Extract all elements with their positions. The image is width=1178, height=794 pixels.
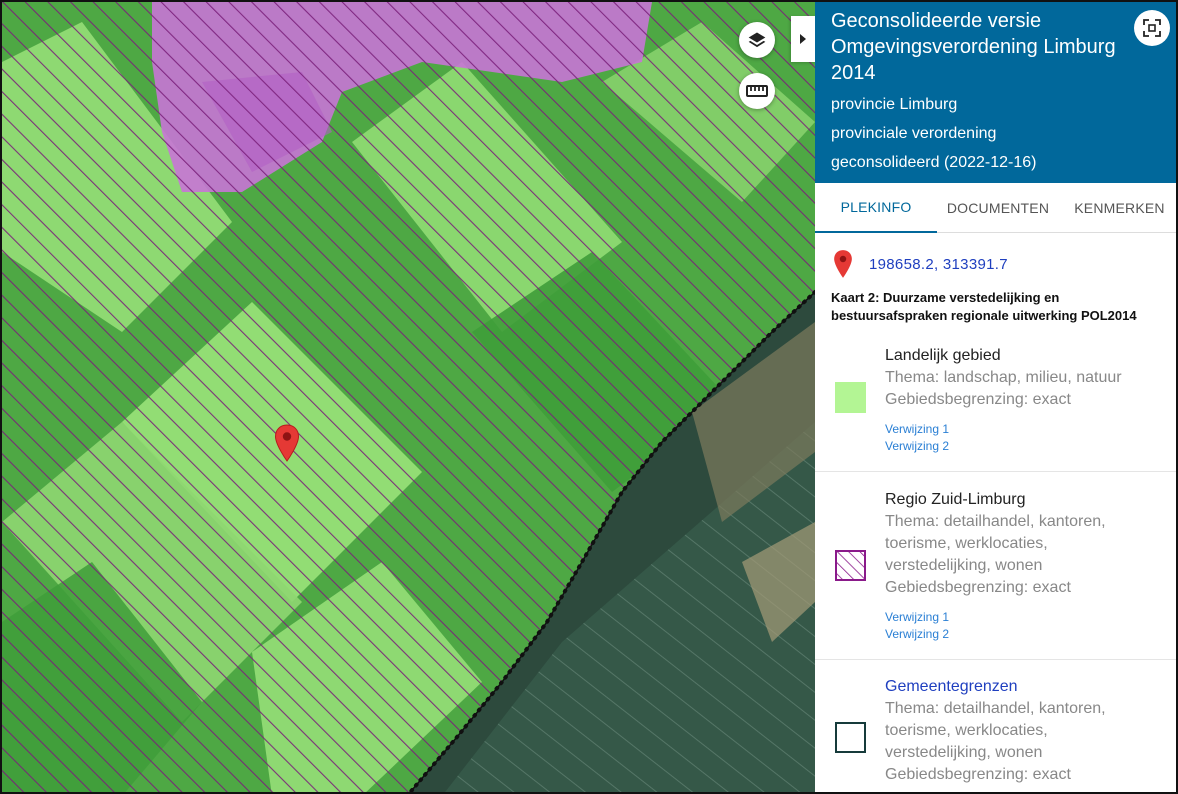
- app-frame: Geconsolideerde versie Omgevingsverorden…: [0, 0, 1178, 794]
- layers-icon: [747, 30, 767, 50]
- legend-item-regio-zuid-limburg[interactable]: Regio Zuid-Limburg Thema: detailhandel, …: [815, 472, 1178, 660]
- legend-item-thema: Thema: detailhandel, kantoren,: [885, 511, 1178, 533]
- layers-button[interactable]: [739, 22, 775, 58]
- location-pin-icon: [833, 249, 853, 279]
- map-view[interactable]: [2, 2, 815, 794]
- swatch-solid-green-icon: [835, 382, 866, 413]
- document-title: Geconsolideerde versie Omgevingsverorden…: [831, 8, 1131, 86]
- legend-item-name[interactable]: Gemeentegrenzen: [885, 676, 1178, 698]
- kaart-title: Kaart 2: Duurzame verstedelijking en bes…: [815, 283, 1178, 325]
- map-canvas[interactable]: [2, 2, 815, 794]
- location-row: 198658.2, 313391.7: [815, 233, 1178, 283]
- verwijzing-link[interactable]: Verwijzing 2: [885, 626, 1178, 643]
- panel-header: Geconsolideerde versie Omgevingsverorden…: [815, 2, 1178, 183]
- location-coordinates[interactable]: 198658.2, 313391.7: [869, 256, 1008, 273]
- tab-plekinfo[interactable]: PLEKINFO: [815, 183, 937, 233]
- info-panel: Geconsolideerde versie Omgevingsverorden…: [815, 2, 1178, 794]
- tab-documenten[interactable]: DOCUMENTEN: [937, 183, 1059, 233]
- legend-item-thema: Thema: landschap, milieu, natuur: [885, 367, 1178, 389]
- chevron-right-icon: [799, 33, 807, 45]
- document-authority: provincie Limburg: [831, 90, 1166, 119]
- fullscreen-button[interactable]: [1134, 10, 1170, 46]
- legend-item-thema: verstedelijking, wonen: [885, 555, 1178, 577]
- legend-item-thema: verstedelijking, wonen: [885, 742, 1178, 764]
- legend-item-begrenzing: Gebiedsbegrenzing: exact: [885, 389, 1178, 411]
- verwijzing-link[interactable]: Verwijzing 2: [885, 438, 1178, 455]
- fullscreen-icon: [1142, 18, 1162, 38]
- verwijzing-link[interactable]: Verwijzing 1: [885, 421, 1178, 438]
- document-type: provinciale verordening: [831, 119, 1166, 148]
- legend-item-name: Landelijk gebied: [885, 345, 1178, 367]
- legend-item-begrenzing: Gebiedsbegrenzing: exact: [885, 764, 1178, 786]
- legend-item-thema: Thema: detailhandel, kantoren,: [885, 698, 1178, 720]
- legend-item-thema: toerisme, werklocaties,: [885, 720, 1178, 742]
- map-pin-icon[interactable]: [274, 424, 300, 462]
- legend-item-landelijk-gebied[interactable]: Landelijk gebied Thema: landschap, milie…: [815, 325, 1178, 472]
- legend-item-thema: toerisme, werklocaties,: [885, 533, 1178, 555]
- tab-kenmerken[interactable]: KENMERKEN: [1059, 183, 1178, 233]
- measure-button[interactable]: [739, 73, 775, 109]
- legend-item-begrenzing: Gebiedsbegrenzing: exact: [885, 577, 1178, 599]
- ruler-icon: [746, 84, 768, 98]
- legend-item-gemeentegrenzen[interactable]: Gemeentegrenzen Thema: detailhandel, kan…: [815, 660, 1178, 786]
- legend-item-name: Regio Zuid-Limburg: [885, 489, 1178, 511]
- panel-tabs: PLEKINFO DOCUMENTEN KENMERKEN: [815, 183, 1178, 233]
- collapse-panel-button[interactable]: [791, 16, 815, 62]
- document-status: geconsolideerd (2022-12-16): [831, 148, 1166, 177]
- swatch-purple-hatch-icon: [835, 550, 866, 581]
- swatch-dark-outline-icon: [835, 722, 866, 753]
- verwijzing-link[interactable]: Verwijzing 1: [885, 609, 1178, 626]
